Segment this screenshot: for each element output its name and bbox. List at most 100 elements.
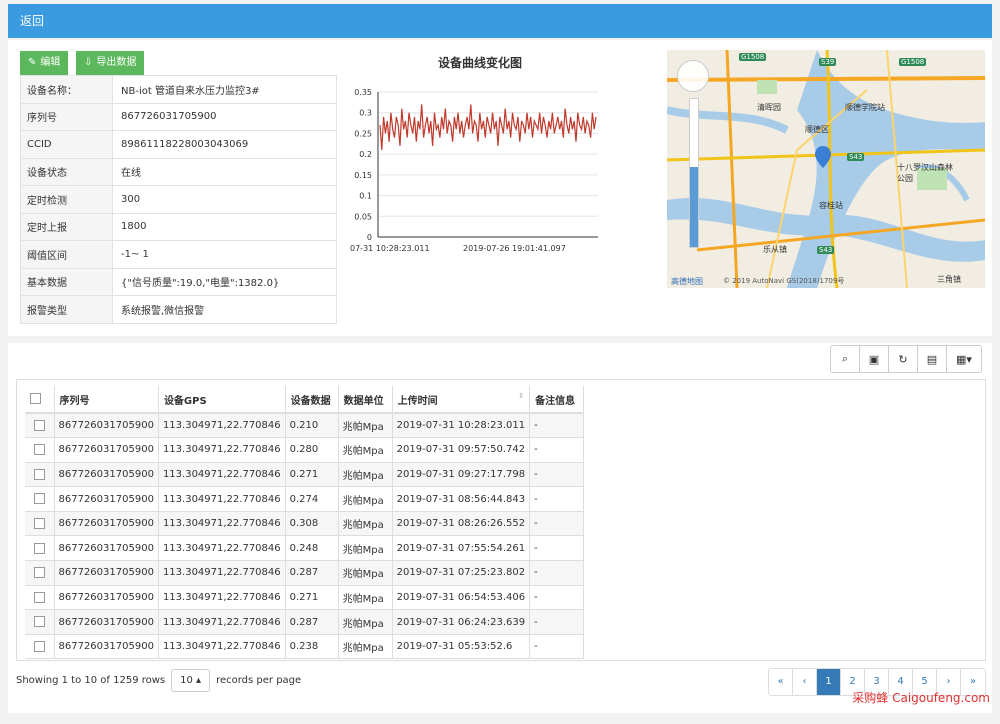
row-checkbox[interactable] — [33, 542, 45, 554]
page-button[interactable]: ‹ — [793, 669, 817, 695]
table-cell: - — [529, 609, 585, 635]
table-row[interactable]: 867726031705900 113.304971,22.770846 0.280… — [25, 437, 585, 463]
table-cell: 0.271 — [285, 462, 339, 488]
row-select-cell — [25, 413, 55, 439]
device-info-table: 设备名称： NB-iot 管道自来水压力监控3# 序列号 86772603170590… — [20, 75, 337, 324]
edit-button[interactable]: ✎ 编辑 — [20, 51, 69, 75]
page-button[interactable]: 1 — [817, 669, 841, 695]
table-cell: 113.304971,22.770846 — [158, 462, 286, 488]
y-tick-label: 0.3 — [359, 109, 372, 118]
device-info-row: 设备名称： NB-iot 管道自来水压力监控3# — [20, 75, 337, 104]
map-zoom-slider[interactable] — [689, 98, 699, 248]
table-cell: 2019-07-31 07:25:23.802 — [392, 560, 531, 586]
page-button[interactable]: « — [769, 669, 793, 695]
row-checkbox[interactable] — [33, 468, 45, 480]
device-info-row: 定时上报 1800 — [20, 212, 337, 241]
device-info-value: {"信号质量":19.0,"电量":1382.0} — [112, 267, 337, 296]
table-cell: - — [529, 462, 585, 488]
columns-button[interactable]: ▤ — [918, 346, 947, 372]
row-checkbox[interactable] — [33, 493, 45, 505]
table-row[interactable]: 867726031705900 113.304971,22.770846 0.287… — [25, 609, 585, 635]
table-row[interactable]: 867726031705900 113.304971,22.770846 0.274… — [25, 486, 585, 512]
table-row[interactable]: 867726031705900 113.304971,22.770846 0.308… — [25, 511, 585, 537]
back-link[interactable]: 返回 — [20, 14, 44, 28]
device-info-row: CCID 89861118228003043069 — [20, 130, 337, 159]
y-tick-label: 0 — [367, 233, 372, 242]
row-select-cell — [25, 634, 55, 660]
device-info-key: 定时上报 — [20, 212, 113, 241]
table-cell: - — [529, 560, 585, 586]
page-size-dropdown[interactable]: 10 ▴ — [171, 669, 211, 692]
device-info-key: 报警类型 — [20, 295, 113, 324]
map-pan-control[interactable] — [677, 60, 709, 92]
row-select-cell — [25, 511, 55, 537]
row-checkbox[interactable] — [33, 591, 45, 603]
table-cell: 0.210 — [285, 413, 339, 439]
y-tick-label: 0.25 — [354, 129, 372, 138]
columns-icon: ▤ — [926, 352, 938, 366]
road-badge: S43 — [817, 246, 835, 254]
device-info-value: 在线 — [112, 157, 337, 186]
table-cell: 兆帕Mpa — [338, 511, 393, 537]
row-select-cell — [25, 486, 55, 512]
export-button[interactable]: ⇩ 导出数据 — [76, 51, 145, 75]
row-checkbox[interactable] — [33, 517, 45, 529]
table-row[interactable]: 867726031705900 113.304971,22.770846 0.271… — [25, 585, 585, 611]
device-panel: ✎ 编辑 ⇩ 导出数据 设备名称： NB-iot 管道自来水压力监控3# 序列号 8677… — [8, 40, 992, 336]
location-pin-icon[interactable] — [815, 146, 831, 168]
table-cell: 113.304971,22.770846 — [158, 437, 286, 463]
map-brand-logo: 高德地图 — [671, 277, 703, 286]
table-cell: - — [529, 437, 585, 463]
map-label: 清晖园 — [757, 103, 781, 112]
device-info-value: -1~ 1 — [112, 240, 337, 269]
row-checkbox[interactable] — [33, 640, 45, 652]
y-tick-label: 0.35 — [354, 88, 372, 97]
table-row[interactable]: 867726031705900 113.304971,22.770846 0.210… — [25, 413, 585, 439]
table-cell: 兆帕Mpa — [338, 535, 393, 562]
table-cell: 2019-07-31 10:28:23.011 — [392, 413, 531, 439]
device-info-key: CCID — [20, 130, 113, 159]
y-tick-label: 0.05 — [354, 212, 372, 221]
column-header[interactable]: 设备GPS — [158, 386, 286, 414]
device-info-value: 300 — [112, 185, 337, 214]
table-cell: 113.304971,22.770846 — [158, 535, 286, 562]
refresh-button[interactable]: ↻ — [889, 346, 918, 372]
table-cell: 867726031705900 — [54, 437, 159, 463]
row-select-cell — [25, 437, 55, 463]
table-cell: 2019-07-31 06:54:53.406 — [392, 585, 531, 611]
pressure-chart: 0.35 0.3 0.25 0.2 0.15 0.1 0.05 0 07-31 10:28:23… — [350, 88, 598, 253]
device-info-row: 序列号 867726031705900 — [20, 102, 337, 131]
row-checkbox[interactable] — [33, 616, 45, 628]
row-checkbox[interactable] — [33, 444, 45, 456]
toggle-icon: ▣ — [868, 352, 880, 366]
table-cell: - — [529, 486, 585, 512]
device-info-row: 定时检测 300 — [20, 185, 337, 214]
column-header[interactable]: 数据单位 — [338, 386, 393, 414]
column-header[interactable]: 备注信息 — [529, 386, 585, 414]
table-cell: - — [529, 634, 585, 660]
table-row[interactable]: 867726031705900 113.304971,22.770846 0.271… — [25, 462, 585, 488]
map-label: 容桂站 — [819, 201, 843, 210]
column-header[interactable]: 上传时间 ⇕ — [392, 386, 531, 414]
records-panel: ⌕ ▣ ↻ ▤ ▦▾ 序列号 设备GPS 设备数据 数据单位 上传时间 ⇕ 备注信… — [8, 343, 992, 713]
device-info-key: 基本数据 — [20, 267, 113, 296]
top-bar: 返回 — [8, 4, 992, 38]
table-cell: 2019-07-31 09:57:50.742 — [392, 437, 531, 463]
y-tick-label: 0.2 — [359, 150, 372, 159]
row-checkbox[interactable] — [33, 567, 45, 579]
table-row[interactable]: 867726031705900 113.304971,22.770846 0.238… — [25, 634, 585, 660]
toggle-button[interactable]: ▣ — [860, 346, 889, 372]
search-button[interactable]: ⌕ — [831, 346, 860, 372]
table-row[interactable]: 867726031705900 113.304971,22.770846 0.248… — [25, 535, 585, 562]
grid-menu-button[interactable]: ▦▾ — [947, 346, 981, 372]
device-info-key: 设备名称： — [20, 75, 113, 104]
row-checkbox[interactable] — [33, 419, 45, 431]
road-badge: S43 — [847, 153, 865, 161]
column-header[interactable]: 设备数据 — [285, 386, 339, 414]
location-map[interactable]: 顺德区 容桂站 十八罗汉山森林公园 清晖园 顺德学院站 乐从镇 三角镇 G150… — [667, 50, 985, 288]
table-row[interactable]: 867726031705900 113.304971,22.770846 0.287… — [25, 560, 585, 586]
column-header[interactable]: 序列号 — [54, 386, 159, 414]
select-all-checkbox[interactable] — [30, 393, 41, 405]
device-info-key: 设备状态 — [20, 157, 113, 186]
row-select-cell — [25, 462, 55, 488]
